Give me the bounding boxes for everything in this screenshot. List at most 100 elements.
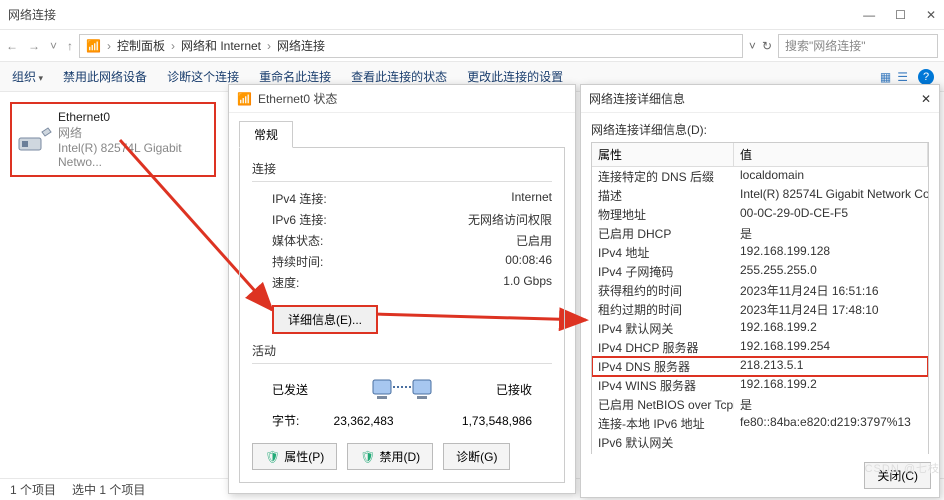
- breadcrumb-sep: ›: [267, 39, 271, 53]
- detail-value: 是: [734, 225, 928, 242]
- detail-key: 描述: [592, 187, 734, 204]
- view-status-button[interactable]: 查看此连接的状态: [351, 68, 447, 85]
- details-button[interactable]: 详细信息(E)...: [272, 305, 378, 334]
- status-row-key: 媒体状态:: [272, 232, 323, 249]
- sent-value: 23,362,483: [334, 414, 394, 428]
- tab-general[interactable]: 常规: [239, 121, 293, 148]
- forward-button[interactable]: →: [28, 39, 40, 53]
- view-large-icon[interactable]: ▦: [880, 70, 891, 84]
- change-settings-button[interactable]: 更改此连接的设置: [467, 68, 563, 85]
- detail-key: IPv4 DHCP 服务器: [592, 339, 734, 356]
- status-row-value: Internet: [511, 190, 552, 207]
- detail-value: 00-0C-29-0D-CE-F5: [734, 206, 928, 223]
- adapter-name: Ethernet0: [58, 110, 208, 124]
- adapter-status: 网络: [58, 124, 208, 141]
- breadcrumb-sep: ›: [107, 39, 111, 53]
- status-row-key: IPv4 连接:: [272, 190, 327, 207]
- col-header-property[interactable]: 属性: [592, 143, 734, 166]
- detail-value: fe80::84ba:e820:d219:3797%13: [734, 415, 928, 432]
- detail-key: IPv4 默认网关: [592, 320, 734, 337]
- search-input[interactable]: 搜索"网络连接": [778, 34, 938, 58]
- disable-device-button[interactable]: 禁用此网络设备: [63, 68, 147, 85]
- section-connection-label: 连接: [252, 160, 552, 177]
- breadcrumb-1[interactable]: 控制面板: [117, 37, 165, 54]
- detail-key: 连接特定的 DNS 后缀: [592, 168, 734, 185]
- status-row-value: 1.0 Gbps: [503, 274, 552, 291]
- table-row[interactable]: IPv6 默认网关: [592, 433, 928, 452]
- recent-dropdown[interactable]: ˅: [50, 39, 57, 53]
- close-icon[interactable]: ✕: [921, 92, 931, 106]
- up-button[interactable]: ↑: [67, 39, 73, 53]
- table-row[interactable]: 租约过期的时间2023年11月24日 17:48:10: [592, 300, 928, 319]
- table-row[interactable]: IPv4 DNS 服务器218.213.5.1: [592, 357, 928, 376]
- diagnose-button[interactable]: 诊断(G): [443, 443, 510, 470]
- diagnose-button[interactable]: 诊断这个连接: [167, 68, 239, 85]
- properties-button[interactable]: 🛡属性(P): [252, 443, 337, 470]
- table-row[interactable]: 描述Intel(R) 82574L Gigabit Network Connec…: [592, 186, 928, 205]
- view-details-icon[interactable]: ☰: [897, 70, 908, 84]
- detail-key: IPv4 WINS 服务器: [592, 377, 734, 394]
- table-row[interactable]: 连接-本地 IPv6 地址fe80::84ba:e820:d219:3797%1…: [592, 414, 928, 433]
- history-dropdown[interactable]: ˅: [749, 39, 756, 53]
- details-label: 网络连接详细信息(D):: [591, 121, 929, 138]
- minimize-button[interactable]: —: [863, 8, 875, 22]
- table-row[interactable]: 已启用 NetBIOS over Tcpip是: [592, 395, 928, 414]
- refresh-button[interactable]: ↻: [762, 39, 772, 53]
- status-dialog-titlebar[interactable]: 📶 Ethernet0 状态: [229, 85, 575, 113]
- detail-value: 2023年11月24日 16:51:16: [734, 282, 928, 299]
- back-button[interactable]: ←: [6, 39, 18, 53]
- adapter-item-ethernet0[interactable]: Ethernet0 网络 Intel(R) 82574L Gigabit Net…: [10, 102, 216, 177]
- status-row-key: IPv6 连接:: [272, 211, 327, 228]
- nic-icon: 📶: [237, 92, 252, 106]
- content-area: Ethernet0 网络 Intel(R) 82574L Gigabit Net…: [0, 92, 944, 478]
- disable-button[interactable]: 🛡禁用(D): [347, 443, 433, 470]
- detail-key: 租约过期的时间: [592, 301, 734, 318]
- detail-key: 物理地址: [592, 206, 734, 223]
- table-row[interactable]: IPv4 地址192.168.199.128: [592, 243, 928, 262]
- breadcrumb-3[interactable]: 网络连接: [277, 37, 325, 54]
- bytes-label: 字节:: [272, 412, 299, 429]
- detail-value: 192.168.199.128: [734, 244, 928, 261]
- nic-icon: [18, 125, 52, 155]
- table-row[interactable]: IPv4 子网掩码255.255.255.0: [592, 262, 928, 281]
- table-row[interactable]: 获得租约的时间2023年11月24日 16:51:16: [592, 281, 928, 300]
- status-row-value: 无网络访问权限: [468, 211, 552, 228]
- organize-menu[interactable]: 组织: [12, 68, 43, 85]
- section-activity-label: 活动: [252, 342, 552, 359]
- detail-value: 218.213.5.1: [734, 358, 928, 375]
- breadcrumb-sep: ›: [171, 39, 175, 53]
- activity-icon: [362, 372, 442, 406]
- detail-key: IPv6 默认网关: [592, 434, 734, 451]
- recv-label: 已接收: [496, 381, 532, 398]
- details-dialog-titlebar[interactable]: 网络连接详细信息 ✕: [581, 85, 939, 113]
- table-row[interactable]: 物理地址00-0C-29-0D-CE-F5: [592, 205, 928, 224]
- address-field[interactable]: 📶 › 控制面板 › 网络和 Internet › 网络连接: [79, 34, 743, 58]
- detail-key: 已启用 DHCP: [592, 225, 734, 242]
- status-dialog-title: Ethernet0 状态: [258, 90, 337, 107]
- detail-value: 255.255.255.0: [734, 263, 928, 280]
- status-dialog: 📶 Ethernet0 状态 常规 连接 IPv4 连接: Internet IPv…: [228, 84, 576, 494]
- window-controls: — ☐ ✕: [863, 8, 936, 22]
- help-button[interactable]: ?: [918, 69, 934, 85]
- breadcrumb-2[interactable]: 网络和 Internet: [181, 37, 261, 54]
- item-count: 1 个项目: [10, 481, 56, 498]
- col-header-value[interactable]: 值: [734, 143, 928, 166]
- table-row[interactable]: 连接特定的 DNS 后缀localdomain: [592, 167, 928, 186]
- titlebar: 网络连接 — ☐ ✕: [0, 0, 944, 30]
- table-row[interactable]: IPv4 WINS 服务器192.168.199.2: [592, 376, 928, 395]
- details-dialog-title: 网络连接详细信息: [589, 90, 685, 107]
- watermark: CSDN @七枝: [865, 460, 940, 476]
- detail-value: 192.168.199.2: [734, 377, 928, 394]
- table-row[interactable]: IPv4 DHCP 服务器192.168.199.254: [592, 338, 928, 357]
- table-row[interactable]: 已启用 DHCP是: [592, 224, 928, 243]
- status-row-value: 00:08:46: [505, 253, 552, 270]
- rename-button[interactable]: 重命名此连接: [259, 68, 331, 85]
- status-row-key: 速度:: [272, 274, 299, 291]
- maximize-button[interactable]: ☐: [895, 8, 906, 22]
- table-row[interactable]: IPv4 默认网关192.168.199.2: [592, 319, 928, 338]
- close-button[interactable]: ✕: [926, 8, 936, 22]
- detail-value: 192.168.199.2: [734, 320, 928, 337]
- detail-value: Intel(R) 82574L Gigabit Network Connect: [734, 187, 928, 204]
- shield-icon: 🛡: [360, 450, 375, 464]
- nav-arrows: ← → ˅ ↑: [6, 39, 73, 53]
